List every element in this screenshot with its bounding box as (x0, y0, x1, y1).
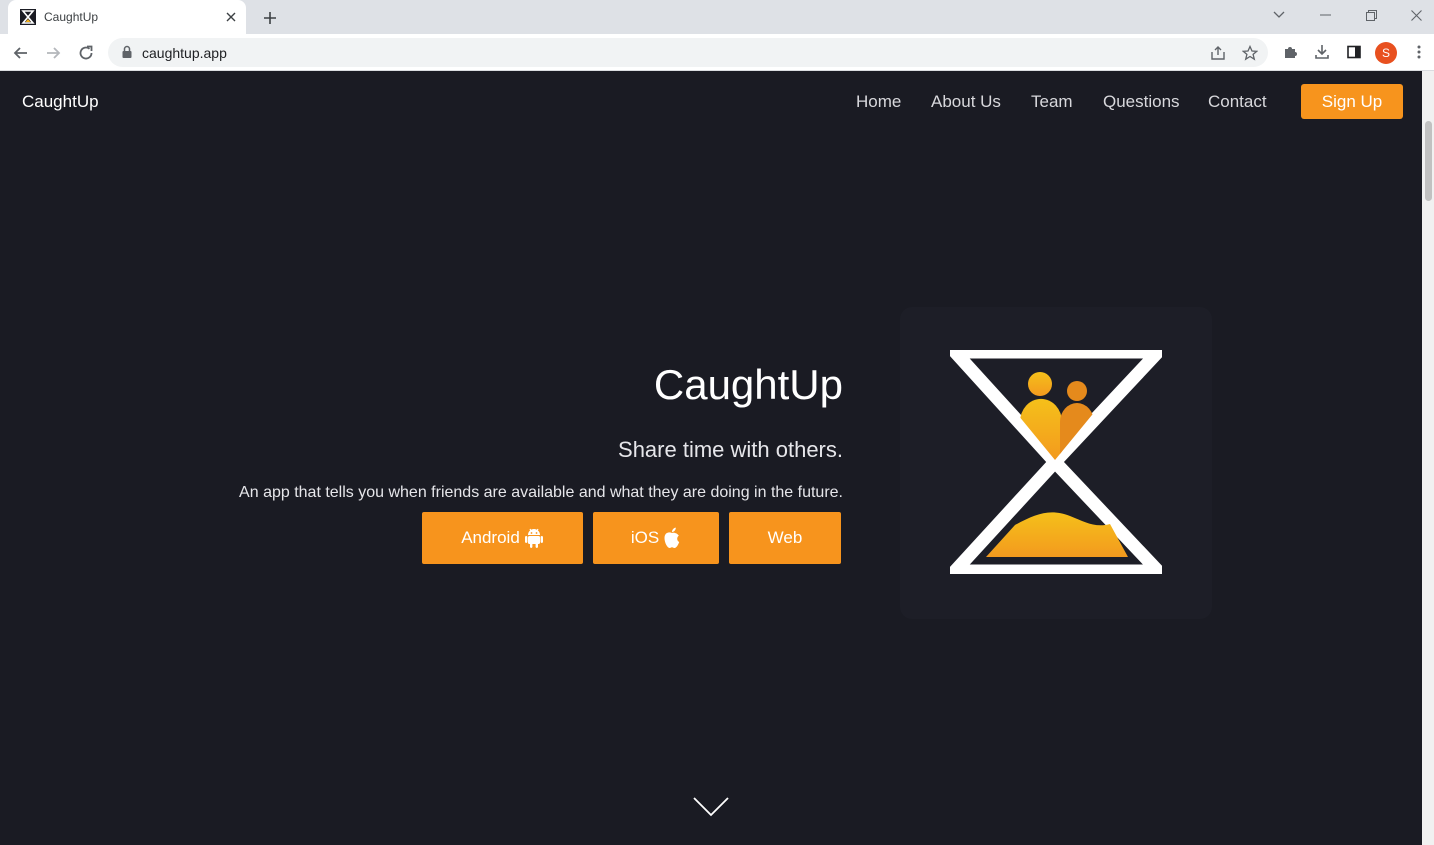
browser-tab[interactable]: CaughtUp (8, 0, 246, 34)
page-scrollbar[interactable] (1422, 71, 1434, 845)
nav-link-team[interactable]: Team (1031, 92, 1073, 112)
new-tab-icon[interactable] (258, 6, 282, 30)
bookmark-star-icon[interactable] (1240, 43, 1260, 63)
browser-tab-strip: CaughtUp (0, 0, 1434, 34)
hero-description: An app that tells you when friends are a… (239, 484, 843, 501)
web-app-button[interactable]: Web (729, 512, 841, 564)
close-tab-icon[interactable] (222, 8, 240, 26)
side-panel-icon[interactable] (1343, 41, 1365, 63)
scrollbar-thumb[interactable] (1425, 121, 1432, 201)
share-icon[interactable] (1208, 43, 1228, 63)
android-button-label: Android (461, 528, 520, 547)
minimize-icon[interactable] (1311, 4, 1339, 26)
hourglass-favicon-icon (20, 9, 36, 25)
url-text: caughtup.app (142, 45, 227, 61)
android-download-button[interactable]: Android (422, 512, 583, 564)
nav-link-contact[interactable]: Contact (1208, 92, 1267, 112)
extensions-puzzle-icon[interactable] (1279, 41, 1301, 63)
reload-icon[interactable] (73, 40, 99, 66)
restore-icon[interactable] (1357, 4, 1385, 26)
back-arrow-icon[interactable] (8, 40, 34, 66)
web-button-label: Web (767, 528, 803, 547)
hero-title: CaughtUp (653, 361, 843, 408)
chevron-down-icon[interactable] (692, 796, 730, 818)
tab-search-chevron-icon[interactable] (1265, 4, 1293, 26)
download-icon[interactable] (1311, 41, 1333, 63)
profile-avatar[interactable]: S (1375, 42, 1397, 64)
nav-link-about-us[interactable]: About Us (931, 92, 1001, 112)
ios-button-label: iOS (630, 528, 660, 547)
ios-download-button[interactable]: iOS (593, 512, 719, 564)
apple-icon (664, 527, 680, 548)
sign-up-button[interactable]: Sign Up (1301, 84, 1403, 119)
site-brand[interactable]: CaughtUp (22, 92, 99, 112)
tab-title: CaughtUp (44, 10, 99, 24)
android-icon (524, 528, 543, 548)
browser-menu-icon[interactable] (1408, 41, 1430, 63)
lock-icon (122, 45, 132, 58)
nav-link-questions[interactable]: Questions (1103, 92, 1180, 112)
page-viewport: CaughtUp Home About Us Team Questions Co… (0, 71, 1422, 845)
hourglass-logo (950, 350, 1162, 574)
forward-arrow-icon[interactable] (40, 40, 66, 66)
close-window-icon[interactable] (1402, 4, 1430, 26)
address-bar[interactable]: caughtup.app (108, 38, 1268, 67)
browser-toolbar: caughtup.app S (0, 34, 1434, 71)
hero-subtitle: Share time with others. (618, 437, 843, 462)
nav-link-home[interactable]: Home (856, 92, 901, 112)
